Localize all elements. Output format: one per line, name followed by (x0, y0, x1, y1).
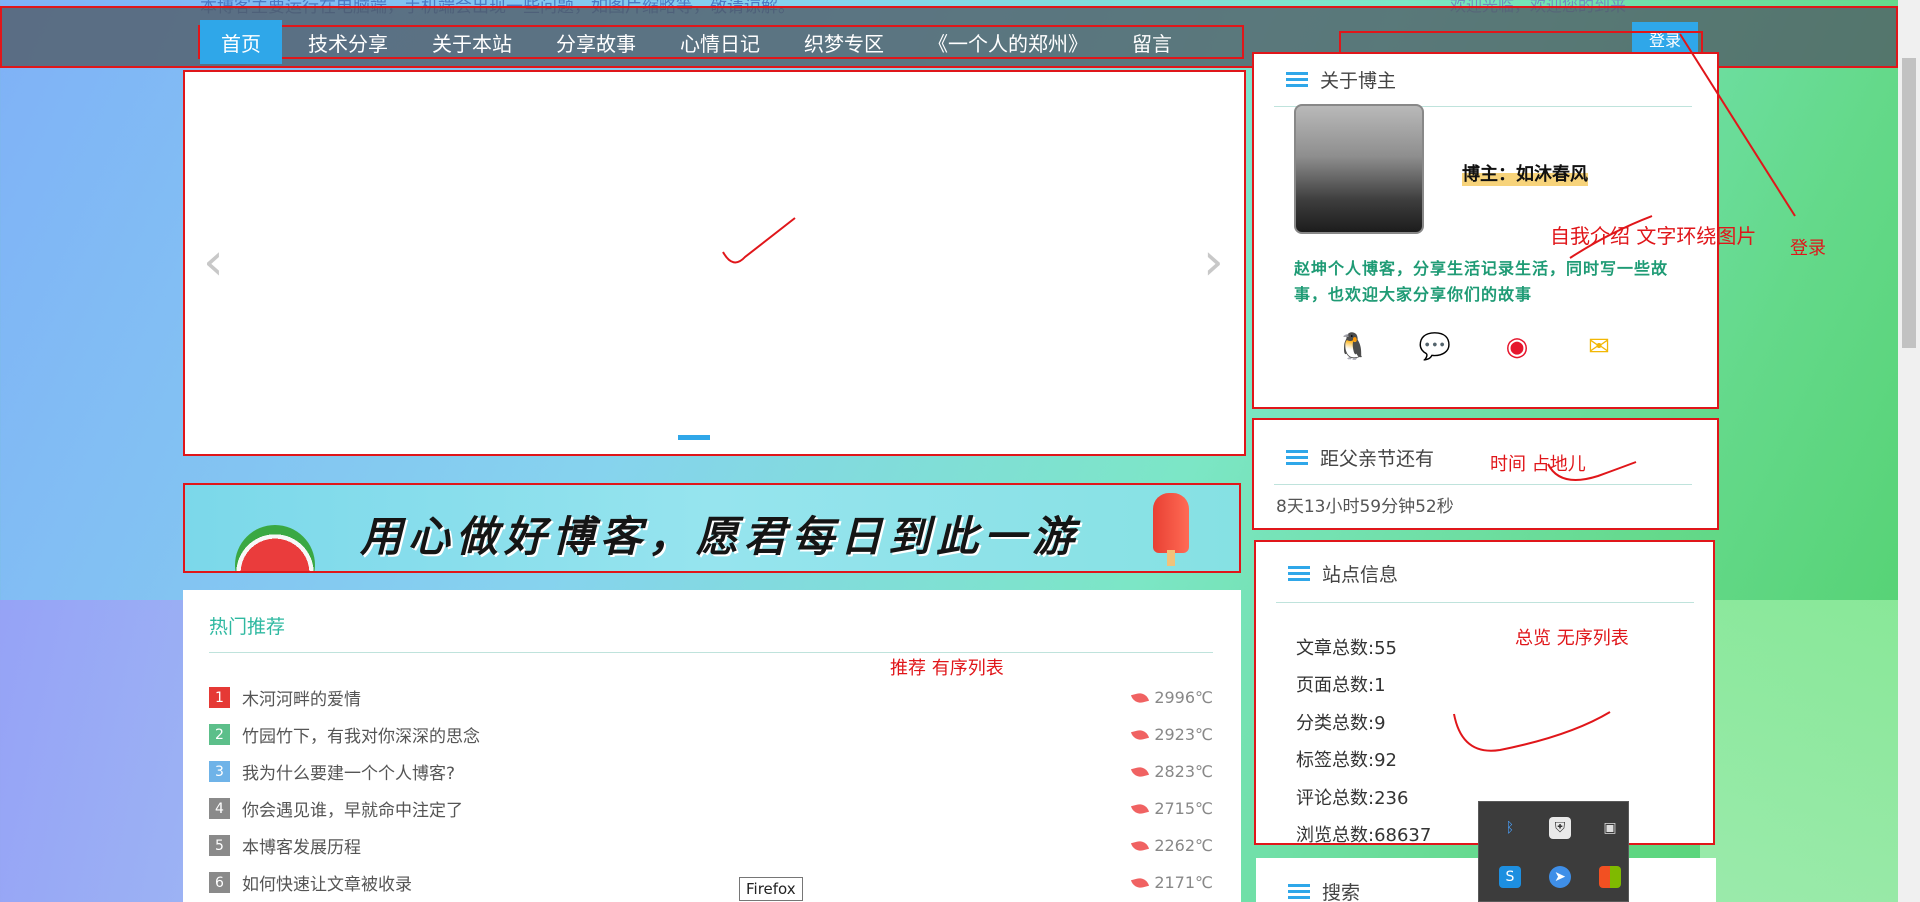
bluetooth-icon[interactable]: ᛒ (1499, 817, 1521, 839)
annotation-login: 登录 (1790, 238, 1826, 259)
security-shield-icon[interactable]: ⛨ (1549, 817, 1571, 839)
annotation-time: 时间 占地儿 (1490, 454, 1586, 475)
annotation-strokes (1453, 33, 1796, 752)
skype-icon[interactable]: S (1499, 866, 1521, 888)
network-icon[interactable]: ➤ (1549, 866, 1571, 888)
annotation-recommend: 推荐 有序列表 (890, 658, 1004, 679)
scrollbar-thumb[interactable] (1902, 58, 1916, 348)
app-icon[interactable] (1599, 866, 1621, 888)
display-icon[interactable]: ▣ (1599, 817, 1621, 839)
annotation-intro: 自我介绍 文字环绕图片 (1550, 224, 1757, 248)
system-tray-popup: ᛒ ⛨ ▣ S ➤ (1478, 801, 1629, 902)
firefox-tooltip: Firefox (739, 877, 803, 901)
annotation-overview: 总览 无序列表 (1515, 628, 1629, 649)
